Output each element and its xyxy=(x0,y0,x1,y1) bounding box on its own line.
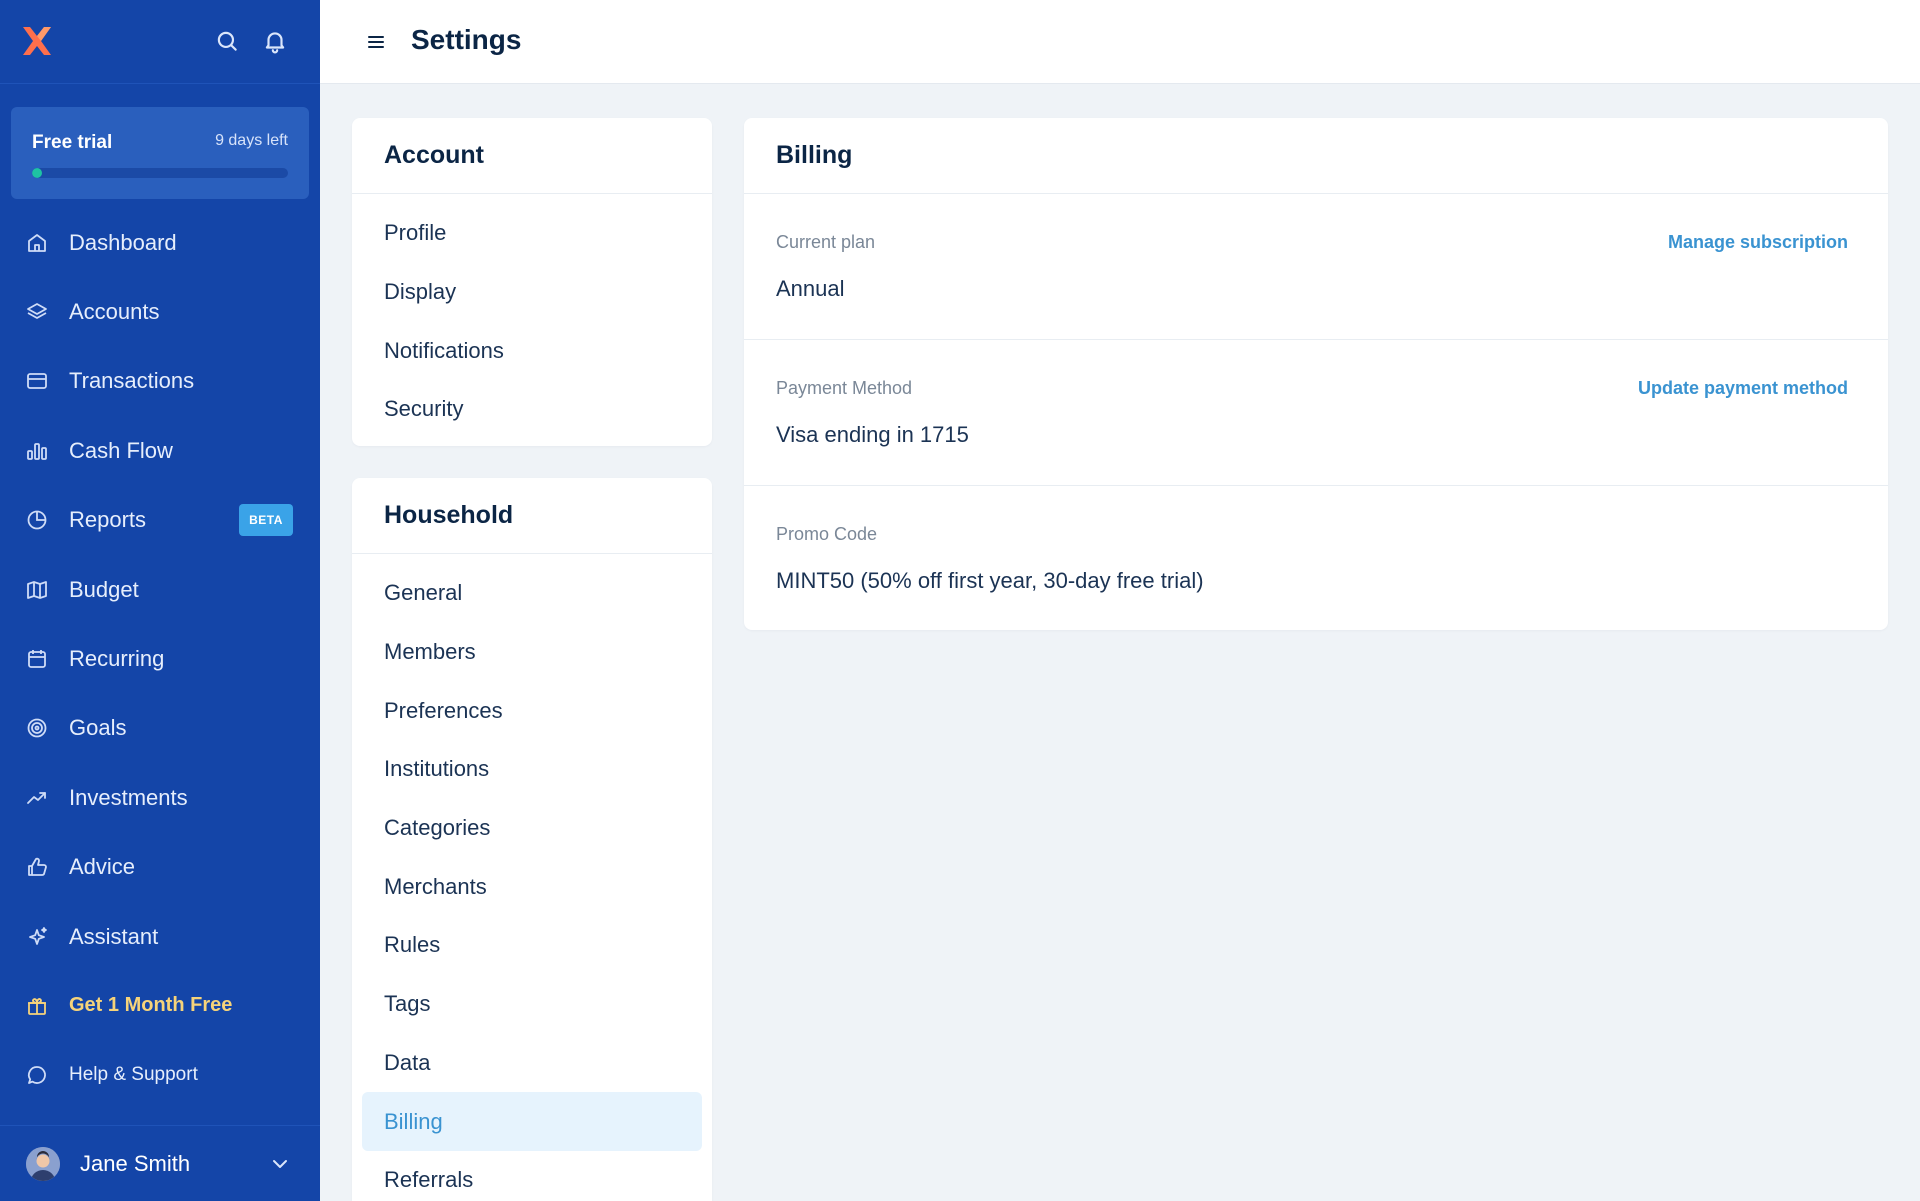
sidebar-item-goals[interactable]: Goals xyxy=(0,694,320,763)
current-plan-row: Current plan Annual Manage subscription xyxy=(744,194,1888,340)
household-settings-card: Household General Members Preferences In… xyxy=(352,478,712,1201)
sidebar-item-label: Help & Support xyxy=(69,1064,198,1086)
payment-method-label: Payment Method xyxy=(776,378,913,398)
promo-code-row: Promo Code MINT50 (50% off first year, 3… xyxy=(744,486,1888,630)
search-icon[interactable] xyxy=(214,28,240,54)
update-payment-method-link[interactable]: Update payment method xyxy=(1638,378,1848,399)
free-trial-title: Free trial xyxy=(32,132,113,153)
settings-item-profile[interactable]: Profile xyxy=(362,204,702,263)
free-trial-progress-bar xyxy=(32,168,288,178)
chevron-down-icon[interactable] xyxy=(268,1152,292,1176)
sidebar-item-transactions[interactable]: Transactions xyxy=(0,347,320,416)
app-logo-icon[interactable] xyxy=(20,24,54,58)
sidebar-header xyxy=(0,0,320,84)
payment-method-row: Payment Method Visa ending in 1715 Updat… xyxy=(744,340,1888,486)
top-header: Settings xyxy=(320,0,1920,84)
sidebar-item-label: Dashboard xyxy=(69,229,177,255)
sidebar-item-reports[interactable]: Reports BETA xyxy=(0,486,320,555)
page-title: Settings xyxy=(411,24,522,55)
user-menu[interactable]: Jane Smith xyxy=(0,1125,320,1201)
settings-item-members[interactable]: Members xyxy=(362,623,702,682)
manage-subscription-link[interactable]: Manage subscription xyxy=(1668,232,1848,253)
settings-item-display[interactable]: Display xyxy=(362,263,702,322)
home-icon xyxy=(28,233,46,252)
household-card-title: Household xyxy=(352,478,712,554)
sparkle-icon xyxy=(29,926,47,945)
thumbs-up-icon xyxy=(28,858,47,877)
account-card-title: Account xyxy=(352,118,712,194)
settings-item-data[interactable]: Data xyxy=(362,1034,702,1093)
settings-item-billing[interactable]: Billing xyxy=(362,1092,702,1151)
user-name: Jane Smith xyxy=(80,1151,191,1176)
sidebar-item-label: Accounts xyxy=(69,299,160,325)
promo-code-value: MINT50 (50% off first year, 30-day free … xyxy=(776,568,1204,593)
sidebar-nav: Dashboard Accounts Transactions Cash Flo… xyxy=(0,208,320,1110)
sidebar-item-investments[interactable]: Investments xyxy=(0,763,320,832)
avatar xyxy=(26,1147,60,1181)
settings-item-security[interactable]: Security xyxy=(362,380,702,439)
household-menu: General Members Preferences Institutions… xyxy=(352,554,712,1201)
sidebar-item-assistant[interactable]: Assistant xyxy=(0,902,320,971)
sidebar-item-get-month-free[interactable]: Get 1 Month Free xyxy=(0,971,320,1040)
settings-item-merchants[interactable]: Merchants xyxy=(362,857,702,916)
sidebar-item-label: Goals xyxy=(69,715,127,741)
free-trial-days-left: 9 days left xyxy=(215,132,288,149)
sidebar-item-recurring[interactable]: Recurring xyxy=(0,624,320,693)
sidebar-item-label: Budget xyxy=(69,576,139,602)
settings-item-tags[interactable]: Tags xyxy=(362,975,702,1034)
sidebar-item-label: Cash Flow xyxy=(69,437,173,463)
sidebar-item-advice[interactable]: Advice xyxy=(0,833,320,902)
settings-item-general[interactable]: General xyxy=(362,564,702,623)
sidebar-item-accounts[interactable]: Accounts xyxy=(0,277,320,346)
chat-bubble-icon xyxy=(27,1066,46,1085)
target-icon xyxy=(27,719,47,738)
settings-item-rules[interactable]: Rules xyxy=(362,916,702,975)
sidebar-item-label: Investments xyxy=(69,784,188,810)
hamburger-menu-icon[interactable] xyxy=(364,30,388,54)
settings-item-notifications[interactable]: Notifications xyxy=(362,321,702,380)
bell-icon[interactable] xyxy=(262,28,288,54)
sidebar-item-label: Advice xyxy=(69,854,136,880)
settings-item-institutions[interactable]: Institutions xyxy=(362,740,702,799)
free-trial-progress-fill xyxy=(32,168,42,178)
sidebar-item-label: Reports xyxy=(69,507,147,533)
sidebar-item-cash-flow[interactable]: Cash Flow xyxy=(0,416,320,485)
sidebar: Free trial 9 days left Dashboard Account… xyxy=(0,0,320,1201)
sidebar-item-budget[interactable]: Budget xyxy=(0,555,320,624)
sidebar-item-dashboard[interactable]: Dashboard xyxy=(0,208,320,277)
bar-chart-icon xyxy=(27,442,47,460)
credit-card-icon xyxy=(27,373,47,390)
free-trial-panel[interactable]: Free trial 9 days left xyxy=(11,107,309,199)
promo-code-label: Promo Code xyxy=(776,524,878,544)
layers-icon xyxy=(27,303,47,319)
settings-item-referrals[interactable]: Referrals xyxy=(362,1151,702,1201)
sidebar-item-label: Transactions xyxy=(69,368,195,394)
settings-item-categories[interactable]: Categories xyxy=(362,799,702,858)
account-menu: Profile Display Notifications Security xyxy=(352,194,712,439)
account-settings-card: Account Profile Display Notifications Se… xyxy=(352,118,712,446)
billing-card-title: Billing xyxy=(744,118,1888,194)
sidebar-item-help-support[interactable]: Help & Support xyxy=(0,1041,320,1110)
map-icon xyxy=(27,580,47,599)
billing-card: Billing Current plan Annual Manage subsc… xyxy=(744,118,1888,630)
gift-icon xyxy=(28,998,46,1015)
sidebar-item-label: Assistant xyxy=(69,923,159,949)
current-plan-label: Current plan xyxy=(776,232,876,252)
pie-chart-icon xyxy=(27,510,47,530)
calendar-icon xyxy=(28,650,46,668)
sidebar-item-label: Get 1 Month Free xyxy=(69,994,233,1017)
beta-badge: BETA xyxy=(239,504,293,537)
settings-item-preferences[interactable]: Preferences xyxy=(362,681,702,740)
payment-method-value: Visa ending in 1715 xyxy=(776,422,969,447)
trending-up-icon xyxy=(27,791,46,804)
sidebar-item-label: Recurring xyxy=(69,646,165,672)
current-plan-value: Annual xyxy=(776,276,845,301)
